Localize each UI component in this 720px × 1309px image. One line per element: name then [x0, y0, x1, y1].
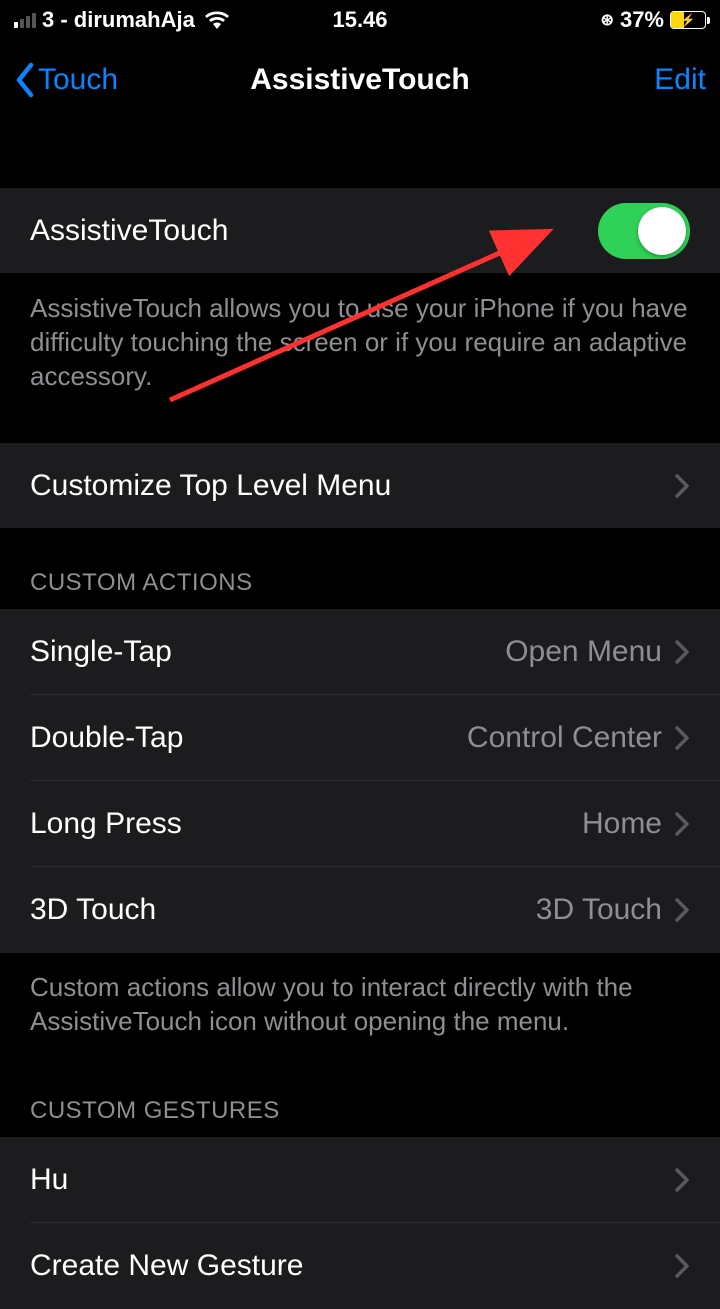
back-label: Touch [38, 63, 118, 97]
chevron-left-icon [14, 62, 36, 98]
toggle-description: AssistiveTouch allows you to use your iP… [0, 274, 720, 423]
battery-percent: 37% [620, 7, 664, 33]
custom-actions-footer: Custom actions allow you to interact dir… [0, 953, 720, 1069]
toggle-label: AssistiveTouch [30, 214, 228, 248]
single-tap-row[interactable]: Single-Tap Open Menu [0, 609, 720, 695]
charging-icon: ⚡ [681, 13, 696, 27]
row-label: Single-Tap [30, 635, 172, 669]
assistivetouch-switch[interactable] [598, 203, 690, 259]
double-tap-row[interactable]: Double-Tap Control Center [0, 695, 720, 781]
nav-bar: Touch AssistiveTouch Edit [0, 40, 720, 120]
status-left: 3 - dirumahAja [14, 7, 229, 33]
row-label: Create New Gesture [30, 1249, 303, 1283]
wifi-icon [205, 11, 229, 29]
chevron-right-icon [674, 1253, 690, 1279]
custom-actions-header: CUSTOM ACTIONS [0, 529, 720, 609]
signal-icon [14, 12, 36, 28]
carrier-label: 3 - dirumahAja [42, 7, 195, 33]
chevron-right-icon [674, 725, 690, 751]
chevron-right-icon [674, 811, 690, 837]
create-gesture-row[interactable]: Create New Gesture [0, 1223, 720, 1309]
long-press-row[interactable]: Long Press Home [0, 781, 720, 867]
custom-gestures-header: CUSTOM GESTURES [0, 1069, 720, 1137]
customize-menu-row[interactable]: Customize Top Level Menu [0, 443, 720, 529]
status-right: ⊛ 37% ⚡ [601, 7, 706, 33]
row-label: Long Press [30, 807, 182, 841]
row-label: Hu [30, 1163, 68, 1197]
customize-label: Customize Top Level Menu [30, 469, 391, 503]
chevron-right-icon [674, 639, 690, 665]
back-button[interactable]: Touch [14, 62, 118, 98]
chevron-right-icon [674, 1167, 690, 1193]
row-value: Home [582, 807, 662, 841]
chevron-right-icon [674, 897, 690, 923]
assistivetouch-toggle-row[interactable]: AssistiveTouch [0, 188, 720, 274]
rotation-lock-icon: ⊛ [601, 10, 614, 30]
chevron-right-icon [674, 473, 690, 499]
row-value: Control Center [467, 721, 662, 755]
3d-touch-row[interactable]: 3D Touch 3D Touch [0, 867, 720, 953]
battery-icon: ⚡ [670, 11, 706, 29]
status-time: 15.46 [332, 7, 387, 33]
gesture-hu-row[interactable]: Hu [0, 1137, 720, 1223]
row-value: Open Menu [505, 635, 662, 669]
page-title: AssistiveTouch [250, 63, 470, 97]
row-label: 3D Touch [30, 893, 156, 927]
edit-button[interactable]: Edit [654, 63, 706, 97]
row-label: Double-Tap [30, 721, 183, 755]
status-bar: 3 - dirumahAja 15.46 ⊛ 37% ⚡ [0, 0, 720, 40]
row-value: 3D Touch [536, 893, 662, 927]
